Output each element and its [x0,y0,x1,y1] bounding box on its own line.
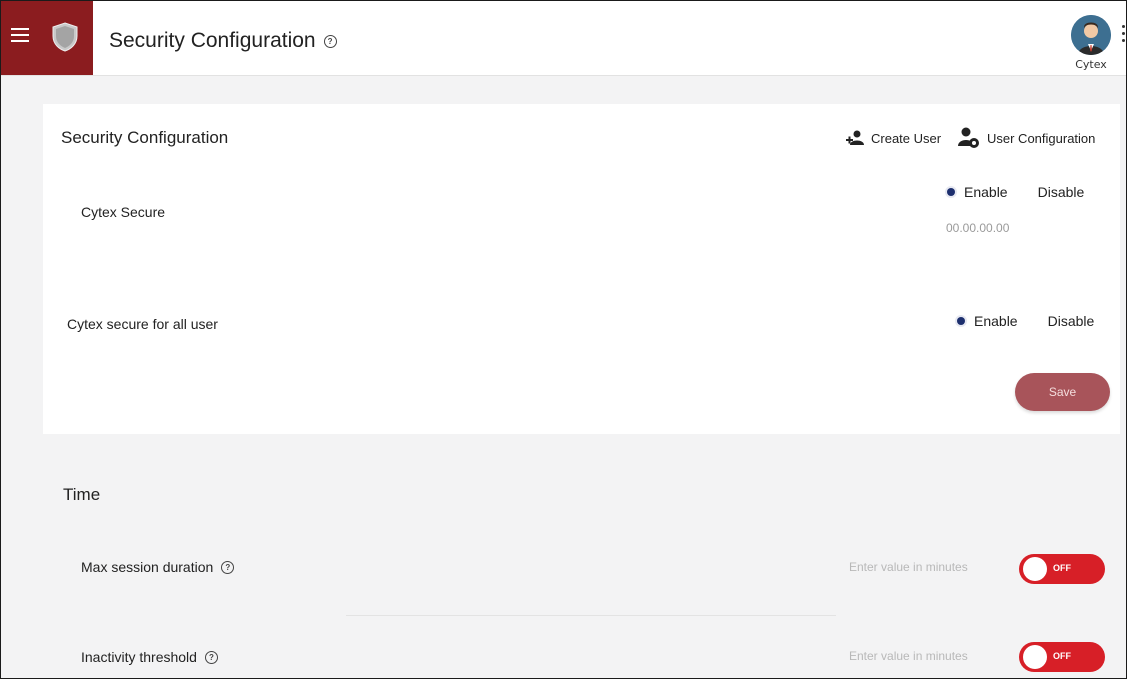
app-frame: Security Configuration? Cytex Security C… [0,0,1127,679]
ip-address-value: 00.00.00.00 [946,221,1010,235]
inactivity-threshold-toggle[interactable]: OFF [1019,642,1105,672]
more-options-icon[interactable] [1122,25,1125,45]
max-session-duration-input[interactable]: Enter value in minutes [849,560,968,574]
row-divider [346,615,836,616]
cytex-secure-label: Cytex Secure [81,204,166,220]
toggle-state-label: OFF [1053,563,1071,573]
save-button[interactable]: Save [1015,373,1110,411]
cytex-secure-radio-group: Enable Disable [947,184,1084,200]
time-section-title: Time [63,485,101,504]
disable-label: Disable [1037,184,1085,200]
help-icon[interactable]: ? [221,560,235,574]
create-user-label: Create User [871,130,942,146]
help-icon[interactable]: ? [204,650,218,664]
cytex-secure-enable-radio[interactable]: Enable [947,184,1008,200]
hamburger-menu-icon[interactable] [11,28,29,42]
radio-selected-indicator [957,317,965,325]
toggle-knob [1023,645,1047,669]
all-users-enable-radio[interactable]: Enable [957,313,1018,329]
cytex-secure-disable-radio[interactable]: Disable [1038,184,1085,200]
user-name: Cytex [1075,58,1107,71]
toggle-knob [1023,557,1047,581]
brand-block [1,1,93,75]
max-session-duration-text: Max session duration [81,559,214,575]
security-config-card: Security Configuration Create User User … [43,104,1120,434]
inactivity-threshold-text: Inactivity threshold [81,649,197,665]
max-session-duration-toggle[interactable]: OFF [1019,554,1105,584]
user-avatar-icon [1071,15,1111,55]
enable-label: Enable [974,313,1018,329]
card-title: Security Configuration [61,128,229,147]
avatar[interactable] [1071,15,1111,55]
help-icon[interactable]: ? [323,34,337,48]
add-user-icon [846,130,864,145]
radio-selected-indicator [947,188,955,196]
create-user-button[interactable]: Create User [845,130,941,146]
cytex-secure-all-users-label: Cytex secure for all user [67,316,218,332]
cytex-secure-all-users-radio-group: Enable Disable [957,313,1094,329]
page-title-text: Security Configuration [109,29,316,52]
inactivity-threshold-input[interactable]: Enter value in minutes [849,649,968,663]
enable-label: Enable [964,184,1008,200]
inactivity-threshold-label: Inactivity threshold? [81,649,218,665]
toggle-state-label: OFF [1053,651,1071,661]
user-configuration-button[interactable]: User Configuration [957,126,1095,150]
max-session-duration-label: Max session duration? [81,559,235,575]
page-title: Security Configuration? [109,29,337,53]
user-configuration-label: User Configuration [987,130,1096,146]
top-header: Security Configuration? Cytex [1,1,1126,76]
all-users-disable-radio[interactable]: Disable [1048,313,1095,329]
disable-label: Disable [1047,313,1095,329]
user-settings-icon [958,127,979,148]
shield-logo-icon [52,22,78,52]
